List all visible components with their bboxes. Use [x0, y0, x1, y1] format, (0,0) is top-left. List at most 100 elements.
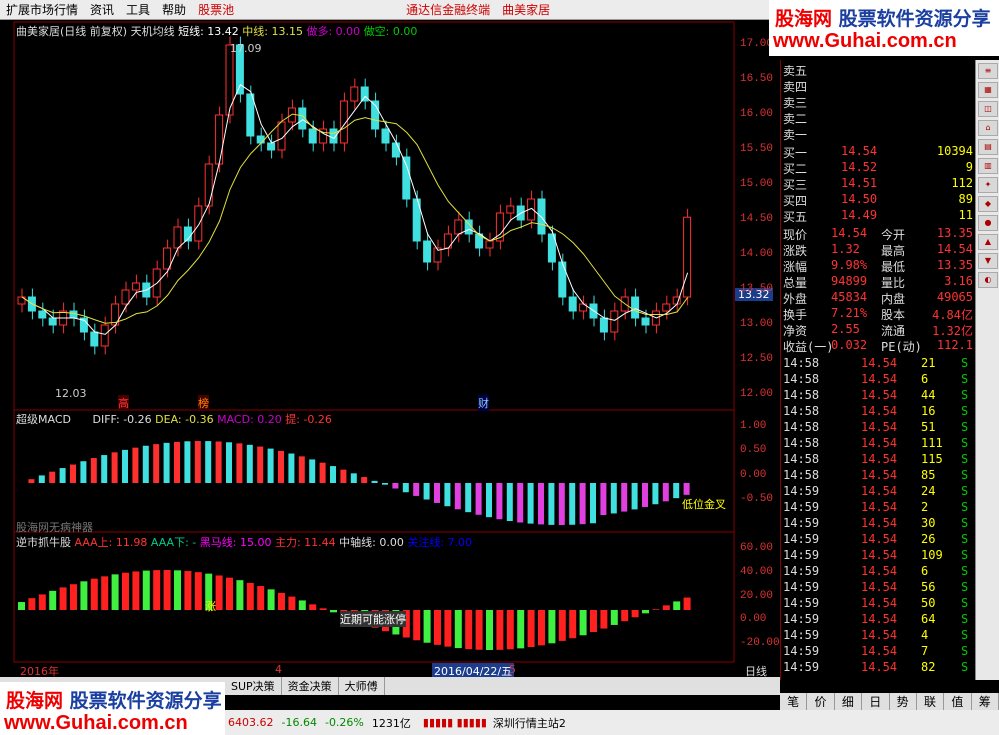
tick-row: 14:59 14.54 56 S: [783, 580, 969, 594]
candle: [69, 310, 78, 319]
quote-stat-row: 收益(一) 0.032 PE(动) 112.1: [783, 338, 973, 354]
niu-bar: [174, 570, 181, 610]
tool-3-icon[interactable]: ◫: [978, 101, 998, 117]
tab-fund[interactable]: 资金决策: [282, 677, 339, 695]
kline-chart[interactable]: [0, 20, 780, 682]
candle: [641, 317, 650, 326]
macd-bar: [631, 483, 638, 510]
low-marker: 12.03: [55, 387, 87, 400]
tab-jia[interactable]: 价: [807, 693, 835, 711]
candle: [204, 163, 213, 207]
tab-chou[interactable]: 筹: [972, 693, 999, 711]
tool-4-icon[interactable]: ⌂: [978, 120, 998, 136]
menu-tools[interactable]: 工具: [120, 1, 156, 18]
candle: [48, 317, 57, 326]
tool-5-icon[interactable]: ▤: [978, 139, 998, 155]
tool-6-icon[interactable]: ▥: [978, 158, 998, 174]
niu-bar: [90, 578, 98, 610]
menu-help[interactable]: 帮助: [156, 1, 192, 18]
quote-stat-row: 涨幅 9.98% 最低 13.35: [783, 258, 973, 274]
niu-bar: [465, 610, 473, 650]
macd-bar: [621, 483, 628, 512]
tool-2-icon[interactable]: ▦: [978, 82, 998, 98]
macd-bar: [319, 462, 326, 483]
tool-7-icon[interactable]: ✦: [978, 177, 998, 193]
index-pct: -0.26%: [324, 716, 364, 729]
macd-bar: [226, 442, 232, 483]
niu-header: 逆市抓牛股 AAA上: 11.98 AAA下: - 黑马线: 15.00 主力:…: [16, 536, 473, 549]
quote-sell-row: 卖三: [783, 96, 808, 110]
kline-y-tick: 13.00: [740, 318, 774, 330]
macd-bar: [662, 483, 669, 502]
macd-bar: [38, 475, 45, 483]
candle: [246, 93, 255, 137]
candle: [391, 142, 400, 158]
macd-watermark: 股海网无病神器: [16, 521, 93, 534]
index-value: 6403.62: [228, 716, 274, 729]
candle: [256, 135, 265, 144]
niu-bar: [288, 596, 296, 610]
niu-zhang-label: 涨: [205, 600, 216, 613]
kline-y-tick: 16.00: [740, 108, 774, 120]
niu-bar: [70, 584, 77, 610]
macd-bar: [392, 483, 399, 489]
macd-bar: [153, 444, 160, 483]
tick-row: 14:59 14.54 82 S: [783, 660, 969, 674]
macd-bar: [163, 442, 170, 483]
niu-bar: [319, 608, 327, 610]
quote-stat-row: 现价 14.54 今开 13.35: [783, 226, 973, 242]
candle: [121, 289, 130, 305]
niu-bar: [257, 586, 265, 610]
tab-bi[interactable]: 笔: [780, 693, 808, 711]
tool-11-icon[interactable]: ▼: [978, 253, 998, 269]
niu-bar: [236, 580, 244, 610]
tab-sup[interactable]: SUP决策: [225, 677, 282, 695]
kline-y-tick: 14.50: [740, 213, 774, 225]
tab-lian[interactable]: 联: [917, 693, 945, 711]
index-amount: 1231亿: [371, 716, 411, 730]
macd-bar: [309, 459, 316, 483]
index-change: -16.64: [281, 716, 317, 729]
tick-row: 14:58 14.54 111 S: [783, 436, 969, 450]
tab-ri[interactable]: 日: [862, 693, 890, 711]
kline-y-tick: 12.50: [740, 353, 774, 365]
tool-9-icon[interactable]: ●: [978, 215, 998, 231]
tick-row: 14:58 14.54 51 S: [783, 420, 969, 434]
niu-bar: [434, 610, 441, 645]
candle: [610, 310, 619, 333]
macd-golden-cross-label: 低位金叉: [682, 498, 726, 511]
tab-zhi[interactable]: 值: [944, 693, 972, 711]
tool-12-icon[interactable]: ◐: [978, 272, 998, 288]
niu-bar: [558, 610, 566, 641]
candle: [267, 142, 276, 151]
tick-row: 14:59 14.54 4 S: [783, 628, 969, 642]
tick-row: 14:58 14.54 85 S: [783, 468, 969, 482]
candle: [506, 205, 515, 214]
niu-bar: [621, 610, 629, 622]
tick-row: 14:59 14.54 7 S: [783, 644, 969, 658]
menu-market[interactable]: 扩展市场行情: [0, 1, 84, 18]
niu-bar: [506, 610, 514, 650]
quote-stat-row: 净资 2.55 流通 1.32亿: [783, 322, 973, 338]
tool-8-icon[interactable]: ◆: [978, 196, 998, 212]
tab-xi[interactable]: 细: [835, 693, 863, 711]
tab-shi[interactable]: 势: [890, 693, 917, 711]
macd-bar: [465, 483, 472, 513]
niu-bar: [475, 610, 483, 650]
macd-bar: [454, 483, 461, 510]
niu-bar: [28, 598, 36, 610]
menu-stock-pool[interactable]: 股票池: [192, 1, 240, 18]
tab-master[interactable]: 大师傅: [339, 677, 385, 695]
niu-bar: [278, 592, 285, 610]
macd-bar: [70, 464, 76, 483]
tool-1-icon[interactable]: ≡: [978, 63, 998, 79]
menu-news[interactable]: 资讯: [84, 1, 120, 18]
niu-bar: [153, 570, 161, 610]
tool-10-icon[interactable]: ▲: [978, 234, 998, 250]
tick-row: 14:59 14.54 64 S: [783, 612, 969, 626]
macd-bar: [122, 449, 128, 483]
macd-bar: [486, 483, 492, 518]
niu-bar: [610, 610, 618, 625]
server-name[interactable]: 深圳行情主站2: [493, 715, 566, 731]
macd-bar: [236, 443, 243, 483]
